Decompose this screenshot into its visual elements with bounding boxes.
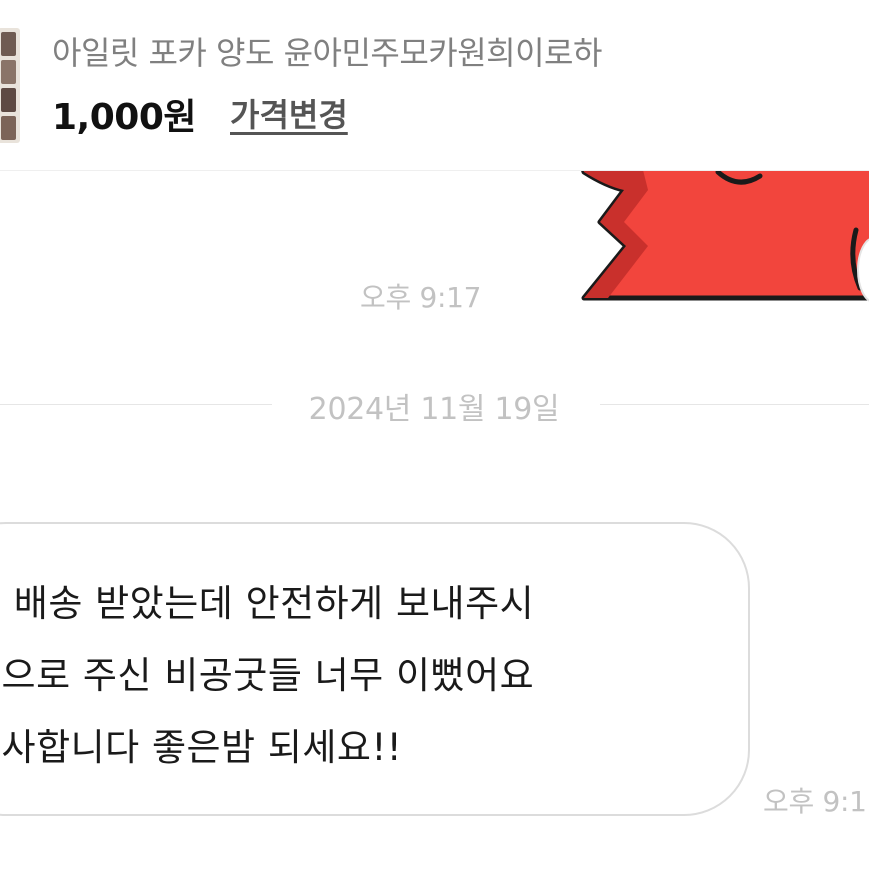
sticker-image — [575, 147, 869, 302]
sticker-timestamp: 오후 9:17 — [360, 281, 482, 314]
message-line: 감사합니다 좋은밤 되세요!! — [0, 726, 403, 769]
message-line: 덤으로 주신 비공굿들 너무 이뻤어요 — [0, 654, 535, 697]
price-change-button[interactable]: 가격변경 — [230, 90, 348, 136]
message-text: 늘 배송 받았는데 안전하게 보내주시 덤으로 주신 비공굿들 너무 이뻤어요 … — [0, 568, 534, 784]
product-thumbnail[interactable] — [0, 28, 20, 143]
date-divider: 2024년 11월 19일 — [308, 392, 560, 427]
product-title: 아일릿 포카 양도 윤아민주모카원희이로하 — [52, 34, 602, 72]
message-timestamp: 오후 9:1 — [763, 785, 867, 818]
photocard-thumb — [1, 116, 16, 140]
photocard-thumb — [1, 88, 16, 112]
product-price: 1,000원 — [52, 97, 197, 138]
photocard-thumb — [1, 60, 16, 84]
chat-screen: 아일릿 포카 양도 윤아민주모카원희이로하 1,000원 가격변경 오후 9:1… — [0, 0, 869, 869]
date-divider-line-right — [600, 404, 869, 405]
sticker-message[interactable] — [575, 147, 869, 330]
date-divider-line-left — [0, 404, 272, 405]
product-header[interactable]: 아일릿 포카 양도 윤아민주모카원희이로하 1,000원 가격변경 — [0, 0, 869, 171]
message-line: 늘 배송 받았는데 안전하게 보내주시 — [0, 582, 535, 625]
photocard-thumb — [1, 32, 16, 56]
